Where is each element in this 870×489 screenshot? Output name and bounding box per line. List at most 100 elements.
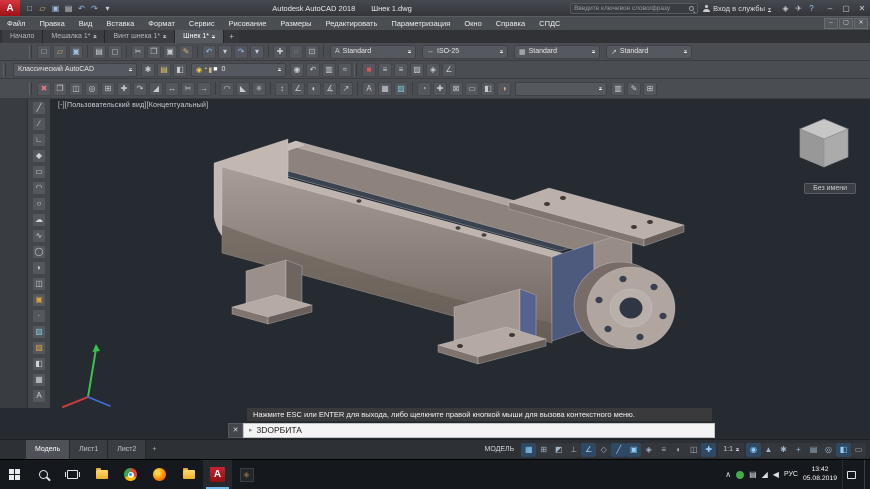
- revision-cloud-icon[interactable]: ☁: [32, 213, 46, 227]
- chrome-button[interactable]: [116, 460, 145, 489]
- menu-item-11[interactable]: Окно: [457, 19, 488, 28]
- zoom-window-icon[interactable]: ⊡: [305, 45, 319, 59]
- stay-connected-icon[interactable]: ✈: [792, 2, 805, 15]
- open-icon[interactable]: ▱: [36, 2, 49, 15]
- matchprop-icon[interactable]: ✎: [179, 45, 193, 59]
- visual-styles-icon[interactable]: ◧: [481, 82, 495, 96]
- undo-menu-icon[interactable]: ▾: [218, 45, 232, 59]
- named-views-icon[interactable]: ▭: [465, 82, 479, 96]
- erase-icon[interactable]: ✖: [37, 82, 51, 96]
- polyline-icon[interactable]: ∟: [32, 133, 46, 147]
- isodraft-icon[interactable]: ◇: [596, 443, 611, 457]
- layout-tab-Лист2[interactable]: Лист2: [108, 440, 146, 459]
- volume-icon[interactable]: ◀: [773, 470, 779, 479]
- explode-icon[interactable]: ✳: [252, 82, 266, 96]
- preview-icon[interactable]: ◻: [108, 45, 122, 59]
- workspace-combo[interactable]: Классический AutoCAD: [13, 63, 137, 77]
- start-button[interactable]: [0, 460, 29, 489]
- annotation-monitor-icon[interactable]: +: [791, 443, 806, 457]
- toolbar-grip[interactable]: [29, 82, 32, 95]
- combo-caret-icon[interactable]: [129, 66, 132, 73]
- layer-lock-icon[interactable]: ▮: [208, 66, 212, 74]
- viewcube[interactable]: [800, 119, 848, 167]
- antivirus-tray-icon[interactable]: [736, 471, 744, 479]
- doc-minimize-icon[interactable]: –: [824, 18, 838, 29]
- chamfer-icon[interactable]: ◣: [236, 82, 250, 96]
- quick-calc-icon[interactable]: ⊞: [643, 82, 657, 96]
- render-icon[interactable]: ◑: [497, 82, 511, 96]
- lineweight-control-icon[interactable]: ≡: [394, 63, 408, 77]
- scale-tool-icon[interactable]: ◢: [149, 82, 163, 96]
- file-tab-3[interactable]: Винт шнека 1*: [105, 30, 175, 43]
- construction-line-icon[interactable]: ∕: [32, 117, 46, 131]
- qnew-icon[interactable]: □: [23, 2, 36, 15]
- menu-item-10[interactable]: Параметризация: [384, 19, 457, 28]
- combo-caret-icon[interactable]: [408, 48, 411, 55]
- app-store-icon[interactable]: ◈: [779, 2, 792, 15]
- tray-app-icon[interactable]: ▤: [749, 470, 757, 479]
- zoom-extents-icon[interactable]: ⊠: [449, 82, 463, 96]
- doc-close-icon[interactable]: ✕: [854, 18, 868, 29]
- command-close-button[interactable]: ✕: [228, 423, 243, 438]
- menu-item-9[interactable]: Редактировать: [319, 19, 385, 28]
- new-layout-button[interactable]: +: [146, 446, 162, 453]
- show-desktop-button[interactable]: [864, 460, 868, 489]
- combo-caret-icon[interactable]: [500, 48, 503, 55]
- dim-linear-icon[interactable]: ↕: [275, 82, 289, 96]
- autoscale-icon[interactable]: ▲: [761, 443, 776, 457]
- table-tool-icon[interactable]: ▦: [378, 82, 392, 96]
- workspace-settings-icon[interactable]: ✱: [141, 63, 155, 77]
- polygon-icon[interactable]: ◆: [32, 149, 46, 163]
- open-toolbar-icon[interactable]: ▱: [53, 45, 67, 59]
- rotate-icon[interactable]: ↷: [133, 82, 147, 96]
- firefox-button[interactable]: [145, 460, 174, 489]
- polar-tracking-icon[interactable]: ∠: [581, 443, 596, 457]
- layout-tab-Модель[interactable]: Модель: [26, 440, 70, 459]
- dynamic-input-icon[interactable]: ✚: [701, 443, 716, 457]
- file-tab-4[interactable]: Шнек 1*: [175, 30, 224, 43]
- tab-menu-caret-icon[interactable]: [163, 33, 166, 40]
- osnap-icon[interactable]: ▣: [626, 443, 641, 457]
- infer-constraints-icon[interactable]: ◩: [551, 443, 566, 457]
- ucs-settings-icon[interactable]: ∠: [442, 63, 456, 77]
- annotation-scale-button[interactable]: 1:1: [718, 443, 744, 457]
- selection-cycling-icon[interactable]: ◫: [686, 443, 701, 457]
- linetype-icon[interactable]: ≡: [378, 63, 392, 77]
- paste-icon[interactable]: ▣: [163, 45, 177, 59]
- menu-item-1[interactable]: Файл: [0, 19, 32, 28]
- plot-style-icon[interactable]: ▨: [410, 63, 424, 77]
- menu-item-4[interactable]: Вставка: [99, 19, 141, 28]
- offset-icon[interactable]: ◎: [85, 82, 99, 96]
- clean-screen-icon[interactable]: ▭: [851, 443, 866, 457]
- layer-combo[interactable]: ◉◔▮■ 0: [191, 63, 286, 77]
- layer-previous-icon[interactable]: ↶: [306, 63, 320, 77]
- game-button[interactable]: ◈: [232, 460, 261, 489]
- dim-angular-icon[interactable]: ∡: [323, 82, 337, 96]
- autocad-taskbar-button[interactable]: A: [203, 460, 232, 489]
- qat-menu-icon[interactable]: ▾: [101, 2, 114, 15]
- redo-icon[interactable]: ↷: [88, 2, 101, 15]
- combo-caret-icon[interactable]: [684, 48, 687, 55]
- plot-toolbar-icon[interactable]: ▤: [92, 45, 106, 59]
- zoom-realtime-icon[interactable]: ◌: [289, 45, 303, 59]
- hatch-tool-icon[interactable]: ▨: [394, 82, 408, 96]
- layer-states-icon[interactable]: ◧: [173, 63, 187, 77]
- toolbar-combo[interactable]: [515, 82, 607, 96]
- lineweight-display-icon[interactable]: ≡: [656, 443, 671, 457]
- minimize-icon[interactable]: –: [822, 2, 838, 15]
- fillet-icon[interactable]: ◠: [220, 82, 234, 96]
- snap-icon[interactable]: ⊞: [536, 443, 551, 457]
- circle-icon[interactable]: ○: [32, 197, 46, 211]
- layer-properties-icon[interactable]: ▤: [157, 63, 171, 77]
- layer-on-icon[interactable]: ◉: [196, 66, 202, 74]
- file-explorer-button[interactable]: [87, 460, 116, 489]
- gradient-icon[interactable]: ▧: [32, 341, 46, 355]
- tab-menu-caret-icon[interactable]: [212, 33, 215, 40]
- move-icon[interactable]: ✚: [117, 82, 131, 96]
- orbit-3d-icon[interactable]: ◔: [417, 82, 431, 96]
- text-style-combo[interactable]: A Standard: [330, 45, 416, 59]
- menu-item-5[interactable]: Формат: [141, 19, 182, 28]
- transparency-icon[interactable]: ◐: [671, 443, 686, 457]
- redo-toolbar-icon[interactable]: ↷: [234, 45, 248, 59]
- dim-aligned-icon[interactable]: ∠: [291, 82, 305, 96]
